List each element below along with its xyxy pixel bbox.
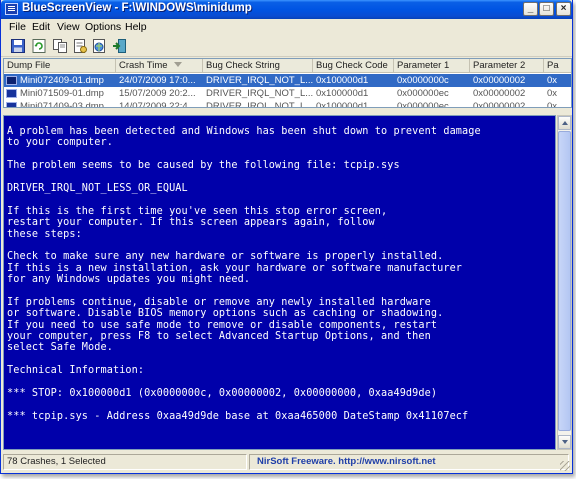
scroll-down-arrow-icon[interactable] (558, 435, 571, 449)
cell-parameter-3: 0x (547, 101, 558, 108)
column-crash-time-label: Crash Time (119, 60, 168, 71)
nirsoft-link[interactable]: NirSoft Freeware. http://www.nirsoft.net (249, 454, 569, 470)
column-crash-time[interactable]: Crash Time (116, 59, 203, 73)
cell-crash-time: 15/07/2009 20:2... (119, 88, 196, 99)
window-title: BlueScreenView - F:\WINDOWS\minidump (22, 2, 252, 14)
menu-file[interactable]: File (9, 21, 26, 33)
bsod-line (7, 172, 555, 183)
bsod-line (7, 149, 555, 160)
close-button[interactable]: × (556, 2, 571, 16)
scroll-thumb[interactable] (558, 131, 571, 431)
cell-parameter-2: 0x00000002 (473, 88, 526, 99)
bsod-line: Check to make sure any new hardware or s… (7, 251, 444, 263)
bsod-line: or software. Disable BIOS memory options… (7, 308, 444, 320)
bsod-line: to your computer. (7, 137, 113, 149)
bsod-line (7, 399, 555, 410)
column-parameter-3[interactable]: Pa (544, 59, 571, 73)
cell-bug-check-code: 0x100000d1 (316, 75, 369, 86)
bsod-line: DRIVER_IRQL_NOT_LESS_OR_EQUAL (7, 182, 188, 194)
toolbar (1, 35, 572, 57)
app-window: BlueScreenView - F:\WINDOWS\minidump _ □… (0, 0, 573, 474)
scroll-up-arrow-icon[interactable] (558, 116, 571, 130)
bsod-line: select Safe Mode. (7, 342, 113, 354)
save-icon[interactable] (10, 38, 26, 54)
cell-crash-time: 24/07/2009 17:0... (119, 75, 196, 86)
bsod-line: *** tcpip.sys - Address 0xaa49d9de base … (7, 410, 469, 422)
cell-crash-time: 14/07/2009 22:4... (119, 101, 196, 108)
cell-dump-file: Mini071409-03.dmp (20, 101, 104, 108)
column-dump-file[interactable]: Dump File (4, 59, 116, 73)
cell-bug-check-string: DRIVER_IRQL_NOT_L... (206, 88, 313, 99)
resize-grip-icon[interactable] (560, 461, 570, 471)
cell-parameter-1: 0x000000ec (397, 88, 449, 99)
bsod-line: If problems continue, disable or remove … (7, 296, 431, 308)
list-header: Dump File Crash Time Bug Check String Bu… (4, 59, 571, 73)
menu-view[interactable]: View (57, 21, 80, 33)
copy-icon[interactable] (52, 38, 68, 54)
cell-parameter-1: 0x000000ec (397, 101, 449, 108)
bsod-line: for any Windows updates you might need. (7, 274, 251, 286)
sort-descending-icon (174, 62, 182, 67)
status-bar: 78 Crashes, 1 Selected NirSoft Freeware.… (1, 451, 572, 473)
bsod-line: *** STOP: 0x100000d1 (0x0000000c, 0x0000… (7, 387, 438, 399)
bsod-line: A problem has been detected and Windows … (7, 126, 481, 137)
cell-parameter-2: 0x00000002 (473, 75, 526, 86)
html-report-icon[interactable] (91, 38, 107, 54)
cell-parameter-3: 0x (547, 75, 558, 86)
cell-dump-file: Mini072409-01.dmp (20, 75, 104, 86)
bsod-line: these steps: (7, 228, 82, 240)
column-bug-check-string[interactable]: Bug Check String (203, 59, 313, 73)
bsod-line (7, 285, 555, 296)
bsod-line: If you need to use safe mode to remove o… (7, 319, 438, 331)
bsod-line (7, 194, 555, 205)
exit-icon[interactable] (111, 38, 127, 54)
cell-dump-file: Mini071509-01.dmp (20, 88, 104, 99)
menu-edit[interactable]: Edit (32, 21, 50, 33)
app-icon (5, 3, 18, 15)
cell-parameter-2: 0x00000002 (473, 101, 526, 108)
refresh-icon[interactable] (31, 38, 47, 54)
cell-bug-check-code: 0x100000d1 (316, 88, 369, 99)
table-row[interactable]: Mini071509-01.dmp 15/07/2009 20:2... DRI… (4, 87, 571, 100)
column-parameter-2[interactable]: Parameter 2 (470, 59, 544, 73)
cell-bug-check-string: DRIVER_IRQL_NOT_L... (206, 101, 313, 108)
bsod-scrollbar[interactable] (557, 115, 572, 450)
column-parameter-1[interactable]: Parameter 1 (394, 59, 470, 73)
title-bar[interactable]: BlueScreenView - F:\WINDOWS\minidump _ □… (1, 0, 572, 19)
cell-bug-check-string: DRIVER_IRQL_NOT_L... (206, 75, 313, 86)
cell-parameter-3: 0x (547, 88, 558, 99)
bsod-preview: A problem has been detected and Windows … (3, 115, 556, 450)
bsod-line: The problem seems to be caused by the fo… (7, 160, 400, 172)
properties-icon[interactable] (72, 38, 88, 54)
bsod-line (7, 240, 555, 251)
bsod-line (7, 377, 555, 388)
menu-help[interactable]: Help (125, 21, 147, 33)
crash-list[interactable]: Dump File Crash Time Bug Check String Bu… (3, 58, 572, 108)
bsod-line: If this is the first time you've seen th… (7, 205, 388, 217)
menu-options[interactable]: Options (85, 21, 121, 33)
minimize-button[interactable]: _ (523, 2, 538, 16)
maximize-button[interactable]: □ (539, 2, 554, 16)
status-crash-count: 78 Crashes, 1 Selected (3, 454, 247, 470)
pane-splitter[interactable] (1, 109, 572, 114)
bsod-text: A problem has been detected and Windows … (7, 126, 555, 422)
bsod-line: Technical Information: (7, 365, 145, 377)
column-bug-check-code[interactable]: Bug Check Code (313, 59, 394, 73)
menu-bar: File Edit View Options Help (1, 19, 572, 35)
bsod-line: restart your computer. If this screen ap… (7, 217, 375, 229)
bsod-line: If this is a new installation, ask your … (7, 262, 463, 274)
bsod-line (7, 354, 555, 365)
bsod-line: your computer, press F8 to select Advanc… (7, 331, 431, 343)
table-row[interactable]: Mini072409-01.dmp 24/07/2009 17:0... DRI… (4, 74, 571, 87)
cell-bug-check-code: 0x100000d1 (316, 101, 369, 108)
table-row[interactable]: Mini071409-03.dmp 14/07/2009 22:4... DRI… (4, 100, 571, 108)
cell-parameter-1: 0x0000000c (397, 75, 449, 86)
